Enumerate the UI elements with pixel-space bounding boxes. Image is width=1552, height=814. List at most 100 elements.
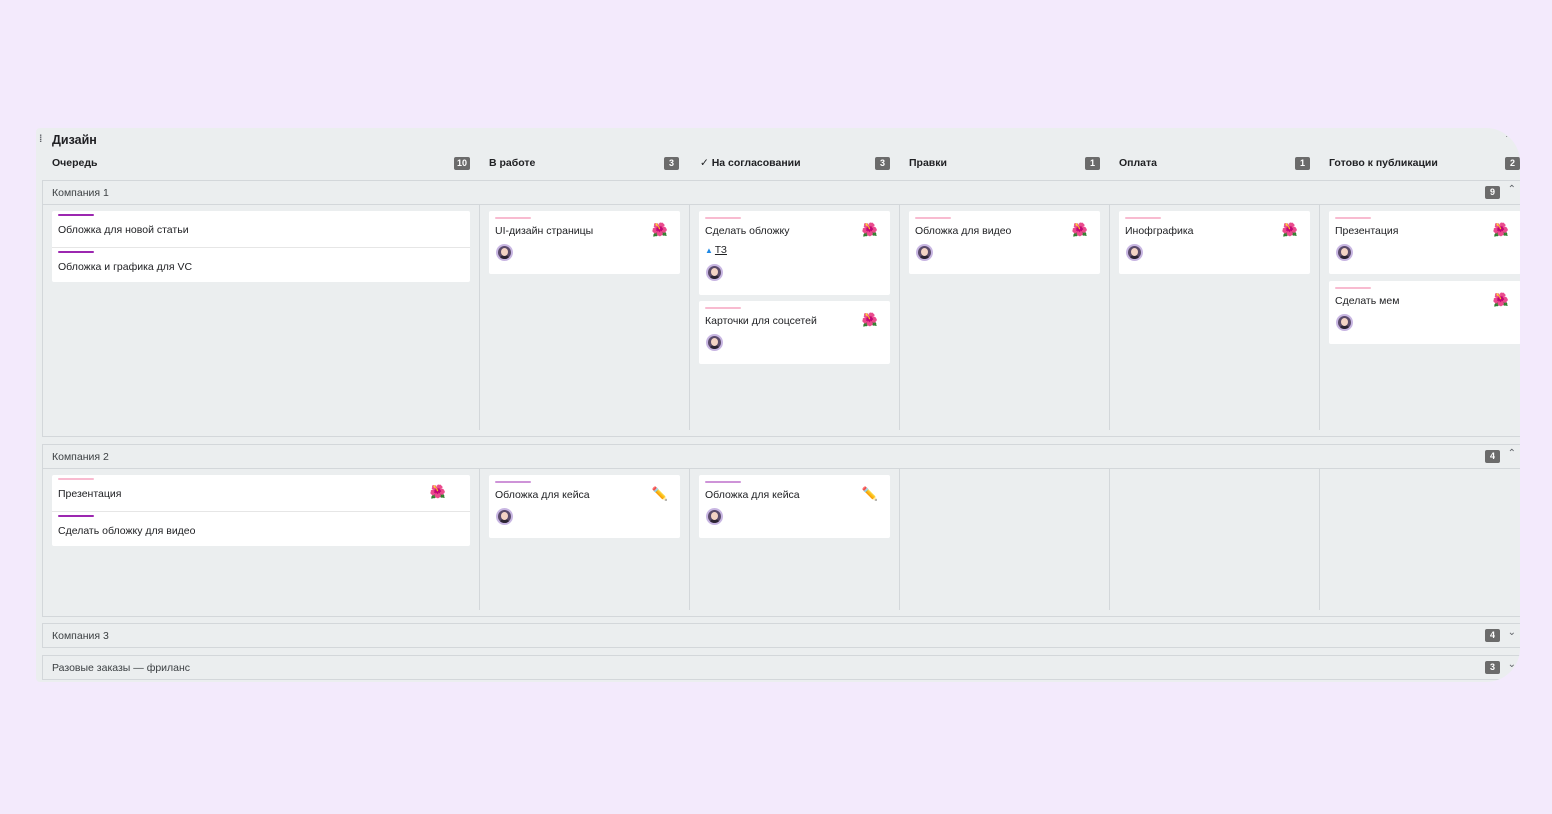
card-color-bar [705, 307, 741, 309]
card-color-bar [495, 481, 531, 483]
swimlane-count-badge: 3 [1485, 661, 1500, 674]
swimlane-header-company-3[interactable]: Компания 3 4 ⌄ [42, 623, 1520, 648]
attachment-link-text[interactable]: ТЗ [715, 245, 727, 256]
card-title: Обложка для новой статьи [58, 224, 189, 236]
avatar[interactable] [1126, 244, 1143, 261]
card-color-bar [705, 481, 741, 483]
column-divider [1319, 469, 1320, 610]
column-label: Оплата [1119, 157, 1158, 169]
task-card[interactable]: Обложка для кейса ✏️ [489, 475, 680, 538]
swimlane-count-badge: 4 [1485, 450, 1500, 463]
column-header-queue[interactable]: Очередь 10 [52, 153, 470, 174]
card-color-bar [58, 214, 94, 216]
column-header-ready[interactable]: Готово к публикации 2 [1329, 153, 1520, 174]
attachment-link[interactable]: ▲ ТЗ [705, 245, 727, 256]
column-label: Очередь [52, 157, 98, 169]
task-card[interactable]: Обложка для видео 🌺 [909, 211, 1100, 274]
task-card[interactable]: Сделать мем 🌺 [1329, 281, 1520, 344]
hibiscus-icon: 🌺 [651, 222, 668, 237]
queue-card-list: Обложка для новой статьи Обложка и графи… [52, 211, 470, 282]
board-menu-icon[interactable]: · [1505, 132, 1508, 141]
card-color-bar [705, 217, 741, 219]
column-count-badge: 1 [1085, 157, 1100, 170]
column-divider [1109, 205, 1110, 430]
column-label: Правки [909, 157, 947, 169]
column-divider [689, 205, 690, 430]
swimlane-name: Компания 2 [52, 451, 109, 463]
column-divider [899, 469, 900, 610]
card-color-bar [58, 251, 94, 253]
column-divider [479, 205, 480, 430]
swimlane-name: Разовые заказы — фриланс [52, 662, 191, 674]
column-header-payment[interactable]: Оплата 1 [1119, 153, 1310, 174]
column-count-badge: 3 [664, 157, 679, 170]
task-card[interactable]: Карточки для соцсетей 🌺 [699, 301, 890, 364]
avatar[interactable] [496, 508, 513, 525]
avatar[interactable] [1336, 314, 1353, 331]
hibiscus-icon: 🌺 [861, 222, 878, 237]
pencil-icon: ✏️ [861, 486, 878, 501]
card-title: Сделать обложку [705, 225, 790, 237]
column-count-badge: 2 [1505, 157, 1520, 170]
column-header-edits[interactable]: Правки 1 [909, 153, 1100, 174]
drag-handle-icon[interactable]: ⁞ [39, 134, 42, 145]
kanban-board: ⁞ Дизайн · Очередь 10 В работе 3 ✓ На со… [36, 128, 1520, 682]
task-card[interactable]: Презентация 🌺 [1329, 211, 1520, 274]
column-divider [1109, 469, 1110, 610]
swimlane-body-company-1: Обложка для новой статьи Обложка и графи… [42, 205, 1520, 437]
avatar[interactable] [916, 244, 933, 261]
card-title: Презентация [1335, 225, 1399, 237]
column-divider [1319, 205, 1320, 430]
chevron-up-icon[interactable]: ⌃ [1508, 184, 1516, 195]
card-color-bar [1335, 217, 1371, 219]
chevron-down-icon[interactable]: ⌄ [1508, 627, 1516, 638]
task-card[interactable]: Обложка для кейса ✏️ [699, 475, 890, 538]
swimlane-header-freelance[interactable]: Разовые заказы — фриланс 3 ⌄ [42, 655, 1520, 680]
swimlane-count-badge: 4 [1485, 629, 1500, 642]
avatar[interactable] [706, 508, 723, 525]
column-divider [899, 205, 900, 430]
card-title: Инофграфика [1125, 225, 1194, 237]
card-title: Обложка и графика для VC [58, 261, 193, 273]
list-item[interactable]: Обложка и графика для VC [52, 247, 470, 283]
column-label: В работе [489, 157, 536, 169]
list-item[interactable]: Презентация 🌺 [52, 475, 470, 511]
card-title: Карточки для соцсетей [705, 315, 817, 327]
card-title: UI-дизайн страницы [495, 225, 594, 237]
card-color-bar [1125, 217, 1161, 219]
column-count-badge: 1 [1295, 157, 1310, 170]
chevron-up-icon[interactable]: ⌃ [1508, 448, 1516, 459]
avatar[interactable] [496, 244, 513, 261]
column-header-in-work[interactable]: В работе 3 [489, 153, 679, 174]
task-card[interactable]: Инофграфика 🌺 [1119, 211, 1310, 274]
column-count-badge: 3 [875, 157, 890, 170]
column-divider [689, 469, 690, 610]
column-divider [479, 469, 480, 610]
hibiscus-icon: 🌺 [861, 312, 878, 327]
hibiscus-icon: 🌺 [1071, 222, 1088, 237]
card-color-bar [58, 478, 94, 480]
hibiscus-icon: 🌺 [1492, 222, 1509, 237]
swimlane-header-company-1[interactable]: Компания 1 9 ⌃ [42, 180, 1520, 205]
avatar[interactable] [1336, 244, 1353, 261]
swimlane-name: Компания 1 [52, 187, 109, 199]
column-header-approval[interactable]: ✓ На согласовании 3 [700, 153, 890, 174]
avatar[interactable] [706, 264, 723, 281]
swimlane-body-company-2: Презентация 🌺 Сделать обложку для видео … [42, 469, 1520, 617]
list-item[interactable]: Обложка для новой статьи [52, 211, 470, 247]
avatar[interactable] [706, 334, 723, 351]
card-title: Обложка для видео [915, 225, 1012, 237]
task-card[interactable]: Сделать обложку 🌺 ▲ ТЗ [699, 211, 890, 295]
hibiscus-icon: 🌺 [1281, 222, 1298, 237]
column-label: ✓ На согласовании [700, 157, 801, 169]
task-card[interactable]: UI-дизайн страницы 🌺 [489, 211, 680, 274]
board-title-text: Дизайн [52, 133, 97, 147]
swimlane-header-company-2[interactable]: Компания 2 4 ⌃ [42, 444, 1520, 469]
card-color-bar [58, 515, 94, 517]
chevron-down-icon[interactable]: ⌄ [1508, 659, 1516, 670]
list-item[interactable]: Сделать обложку для видео [52, 511, 470, 547]
card-title: Обложка для кейса [495, 489, 590, 501]
column-label: Готово к публикации [1329, 157, 1438, 169]
card-color-bar [1335, 287, 1371, 289]
board-title[interactable]: ⁞ Дизайн [39, 133, 97, 147]
